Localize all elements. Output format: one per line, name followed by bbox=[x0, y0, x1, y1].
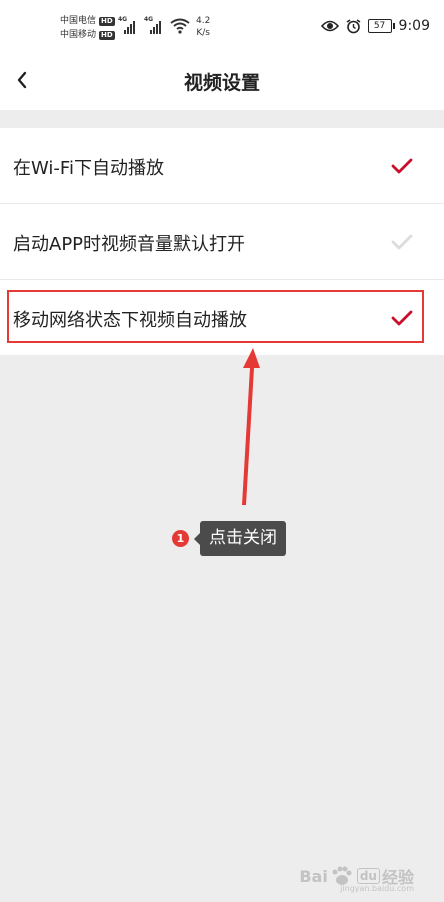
watermark-brand: Bai bbox=[299, 866, 328, 886]
status-bar: 中国电信 HD 中国移动 HD 4G 4G 4.2 K/s 57 9:09 bbox=[0, 0, 444, 54]
step-badge: 1 bbox=[172, 530, 189, 547]
wifi-icon bbox=[170, 18, 190, 34]
setting-label: 移动网络状态下视频自动播放 bbox=[13, 310, 247, 331]
setting-wifi-autoplay[interactable]: 在Wi-Fi下自动播放 bbox=[0, 128, 444, 204]
hd-badge: HD bbox=[99, 16, 115, 26]
setting-label: 在Wi-Fi下自动播放 bbox=[13, 158, 164, 179]
system-indicators: 57 9:09 bbox=[320, 18, 430, 34]
settings-list: 在Wi-Fi下自动播放 启动APP时视频音量默认打开 移动网络状态下视频自动播放 bbox=[0, 128, 444, 355]
watermark: Bai du 经验 jingyan.baidu.com bbox=[299, 864, 414, 893]
signal-indicators: 4G 4G bbox=[118, 16, 164, 34]
setting-mobile-autoplay[interactable]: 移动网络状态下视频自动播放 bbox=[0, 280, 444, 355]
checkmark-icon[interactable] bbox=[390, 308, 414, 328]
clock: 9:09 bbox=[398, 18, 430, 34]
eye-icon bbox=[320, 20, 339, 32]
annotation-tooltip: 点击关闭 bbox=[194, 521, 286, 556]
hd-badge: HD bbox=[99, 30, 115, 40]
speed-unit: K/s bbox=[196, 28, 210, 38]
speed-value: 4.2 bbox=[196, 16, 211, 26]
signal-icon: 4G bbox=[118, 16, 138, 34]
setting-default-volume-on[interactable]: 启动APP时视频音量默认打开 bbox=[0, 204, 444, 280]
checkmark-icon[interactable] bbox=[390, 156, 414, 176]
carrier-1: 中国电信 bbox=[60, 16, 97, 26]
battery-icon: 57 bbox=[367, 19, 395, 33]
page-title: 视频设置 bbox=[183, 72, 260, 94]
paw-icon bbox=[332, 866, 352, 885]
carrier-2: 中国移动 bbox=[60, 30, 97, 40]
alarm-icon bbox=[346, 18, 360, 33]
carrier-info: 中国电信 HD 中国移动 HD bbox=[60, 14, 115, 42]
network-speed: 4.2 K/s bbox=[196, 15, 210, 39]
signal-icon: 4G bbox=[144, 16, 164, 34]
checkmark-icon[interactable] bbox=[390, 232, 414, 252]
watermark-du: du bbox=[356, 868, 380, 884]
nav-bar: 视频设置 bbox=[0, 54, 444, 110]
setting-label: 启动APP时视频音量默认打开 bbox=[13, 234, 246, 255]
watermark-url: jingyan.baidu.com bbox=[340, 884, 414, 893]
